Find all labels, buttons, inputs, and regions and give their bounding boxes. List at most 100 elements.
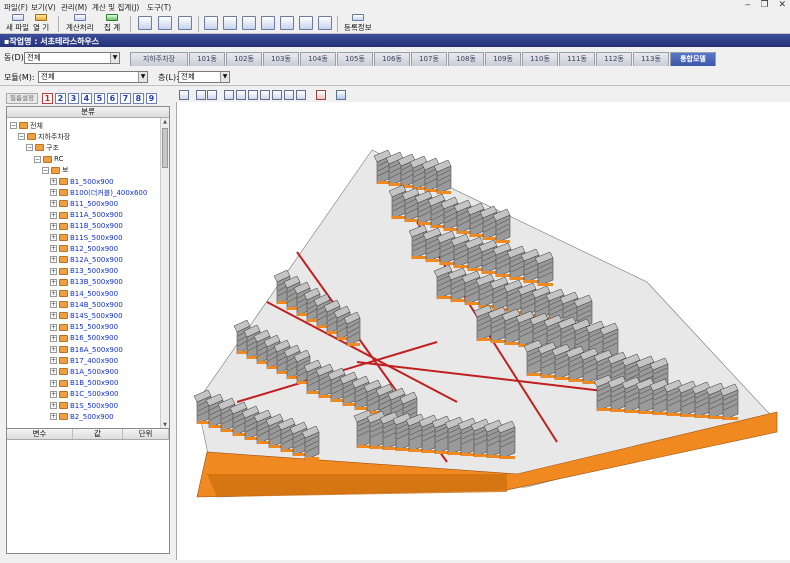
tree-node[interactable]: − 전체 [10, 120, 43, 131]
menu-file[interactable]: 파일(F) [4, 2, 28, 13]
cube-bottom-icon[interactable] [284, 90, 294, 100]
expand-icon[interactable]: + [50, 357, 57, 365]
expand-icon[interactable]: + [50, 390, 57, 398]
tab-101[interactable]: 101동 [189, 52, 225, 66]
close-icon[interactable]: ✕ [778, 0, 786, 10]
cube-front-icon[interactable] [224, 90, 234, 100]
scroll-thumb[interactable] [162, 128, 168, 168]
tree-node[interactable]: + B17_400x900 [50, 355, 118, 366]
tree-node[interactable]: + B1A_500x900 [50, 366, 118, 377]
tree-node[interactable]: + B12A_500x900 [50, 254, 123, 265]
model-select[interactable]: 전체 ▼ [38, 71, 148, 83]
new-file-button[interactable]: 새 파일 [6, 14, 29, 33]
level-9-button[interactable]: 9 [145, 92, 157, 104]
tree-node[interactable]: + B14B_500x900 [50, 299, 123, 310]
tab-113[interactable]: 113동 [633, 52, 669, 66]
register-info-button[interactable]: 등록정보 [344, 14, 372, 33]
tool-button-7[interactable] [318, 14, 332, 33]
tool-button-5[interactable] [280, 14, 294, 33]
cube-back-icon[interactable] [236, 90, 246, 100]
expand-icon[interactable]: + [50, 346, 57, 353]
level-1-button[interactable]: 1 [41, 92, 53, 104]
tab-integrated-model[interactable]: 통합모델 [670, 52, 716, 66]
tab-109[interactable]: 109동 [485, 52, 521, 66]
floor-select[interactable]: 전체 ▼ [178, 71, 230, 83]
expand-icon[interactable]: + [50, 290, 57, 297]
tab-110[interactable]: 110동 [522, 52, 558, 66]
level-8-button[interactable]: 8 [132, 92, 144, 104]
3d-model-view[interactable] [176, 102, 790, 560]
tree-node[interactable]: − 지하주차장 [18, 131, 70, 142]
tree-scrollbar[interactable]: ▲ ▼ [160, 118, 169, 429]
tree-node[interactable]: + B12_500x900 [50, 243, 118, 254]
menu-calc[interactable]: 계산 및 집계(J) [92, 2, 139, 13]
cube-right-icon[interactable] [260, 90, 270, 100]
tool-button-4[interactable] [261, 14, 275, 33]
expand-icon[interactable]: + [50, 368, 57, 376]
expand-icon[interactable]: + [50, 301, 57, 309]
tree-node[interactable]: + B11B_500x900 [50, 221, 123, 232]
level-6-button[interactable]: 6 [106, 92, 118, 104]
expand-icon[interactable]: + [50, 267, 57, 275]
filter-settings-button[interactable]: 필름설정 [6, 92, 38, 104]
expand-icon[interactable]: + [50, 200, 57, 208]
tool-button-3[interactable] [242, 14, 256, 33]
tab-108[interactable]: 108동 [448, 52, 484, 66]
level-7-button[interactable]: 7 [119, 92, 131, 104]
expand-icon[interactable]: + [50, 189, 57, 197]
aggregate-button[interactable]: 집 계 [104, 14, 120, 33]
tree-node[interactable]: − 보 [42, 165, 68, 176]
tree-node[interactable]: + B1B_500x900 [50, 378, 118, 389]
cube-iso-icon[interactable] [296, 90, 306, 100]
layer-icon[interactable] [316, 90, 326, 100]
tab-103[interactable]: 103동 [263, 52, 299, 66]
tree-node[interactable]: + B13_500x900 [50, 266, 118, 277]
tree-node[interactable]: + B16A_500x900 [50, 344, 123, 355]
tree-node[interactable]: + B11_500x900 [50, 198, 118, 209]
level-4-button[interactable]: 4 [80, 92, 92, 104]
collapse-icon[interactable]: − [18, 133, 25, 141]
tree-node[interactable]: + B14S_500x900 [50, 310, 123, 321]
cloud-icon[interactable] [336, 90, 346, 100]
tool-button-1[interactable] [204, 14, 218, 33]
tree-node[interactable]: + B1_500x900 [50, 176, 114, 187]
tree-node[interactable]: + B11A_500x900 [50, 210, 123, 221]
expand-icon[interactable]: + [50, 211, 57, 219]
dong-select[interactable]: 전체 ▼ [24, 52, 120, 64]
image-icon[interactable] [179, 90, 189, 100]
collapse-icon[interactable]: − [34, 155, 41, 163]
tree-node[interactable]: + B2_500x900 [50, 411, 114, 422]
expand-icon[interactable]: + [50, 234, 57, 241]
cube-top-icon[interactable] [272, 90, 282, 100]
expand-icon[interactable]: + [50, 245, 57, 253]
expand-icon[interactable]: + [50, 256, 57, 264]
tab-111[interactable]: 111동 [559, 52, 595, 66]
expand-icon[interactable]: + [50, 379, 57, 387]
level-5-button[interactable]: 5 [93, 92, 105, 104]
level-3-button[interactable]: 3 [67, 92, 79, 104]
tree-node[interactable]: + B14_500x900 [50, 288, 118, 299]
tree-node[interactable]: + B15_500x900 [50, 322, 118, 333]
menu-tools[interactable]: 도구(T) [147, 2, 171, 13]
expand-icon[interactable]: + [50, 222, 57, 230]
eye-icon[interactable] [207, 90, 217, 100]
collapse-icon[interactable]: − [10, 122, 17, 129]
tree-node[interactable]: + B16_500x900 [50, 333, 118, 344]
camera-icon[interactable] [196, 90, 206, 100]
expand-icon[interactable]: + [50, 413, 57, 421]
expand-icon[interactable]: + [50, 323, 57, 331]
cube-left-icon[interactable] [248, 90, 258, 100]
tab-104[interactable]: 104동 [300, 52, 336, 66]
collapse-icon[interactable]: − [42, 166, 49, 174]
tree-node[interactable]: − RC [34, 154, 63, 165]
expand-icon[interactable]: + [50, 334, 57, 342]
restore-icon[interactable]: ❐ [761, 0, 769, 10]
minimize-icon[interactable]: ‒ [745, 0, 751, 10]
expand-icon[interactable]: + [50, 278, 57, 286]
tab-105[interactable]: 105동 [337, 52, 373, 66]
level-2-button[interactable]: 2 [54, 92, 66, 104]
tree-node[interactable]: + B100(더커블)_400x600 [50, 187, 147, 198]
tree-node[interactable]: + B11S_500x900 [50, 232, 123, 243]
tab-parking[interactable]: 지하주차장 [130, 52, 188, 66]
open-button[interactable]: 열 기 [33, 14, 49, 33]
